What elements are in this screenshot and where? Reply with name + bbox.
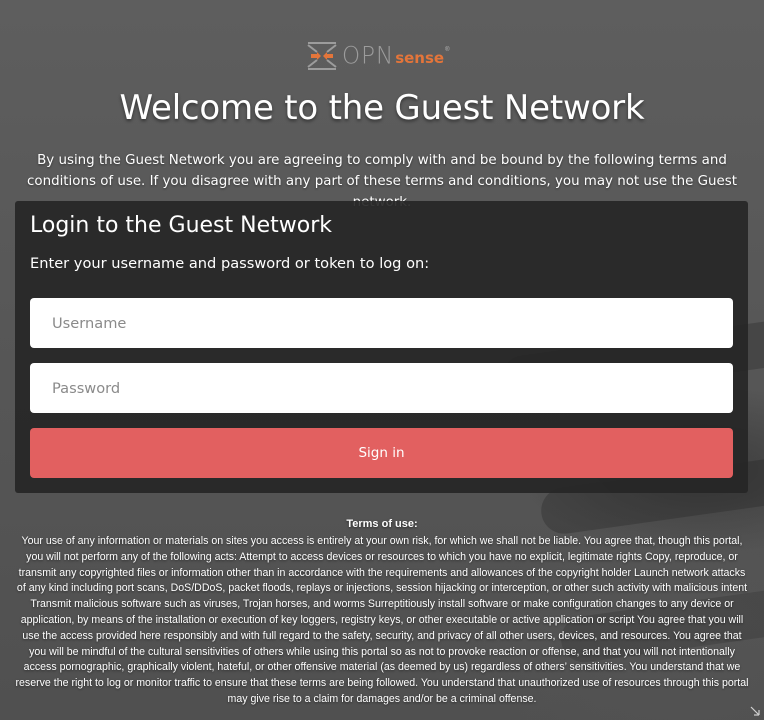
resize-grip-icon[interactable] <box>749 705 761 717</box>
logo-registered-mark: ® <box>445 46 450 53</box>
login-panel: Login to the Guest Network Enter your us… <box>15 201 748 493</box>
logo-text-sense: sense <box>395 48 445 67</box>
terms-text: Your use of any information or materials… <box>15 535 749 705</box>
login-title: Login to the Guest Network <box>30 213 332 238</box>
terms-title: Terms of use: <box>346 518 418 530</box>
page-title: Welcome to the Guest Network <box>119 88 645 128</box>
login-instructions: Enter your username and password or toke… <box>30 255 430 272</box>
username-input[interactable] <box>30 298 733 348</box>
opnsense-logo: OPN sense ® <box>306 40 450 72</box>
password-input[interactable] <box>30 363 733 413</box>
page: OPN sense ® Welcome to the Guest Network… <box>0 0 764 720</box>
sign-in-button[interactable]: Sign in <box>30 428 733 478</box>
logo-text-opn: OPN <box>342 41 395 70</box>
opnsense-logo-icon <box>307 42 337 70</box>
